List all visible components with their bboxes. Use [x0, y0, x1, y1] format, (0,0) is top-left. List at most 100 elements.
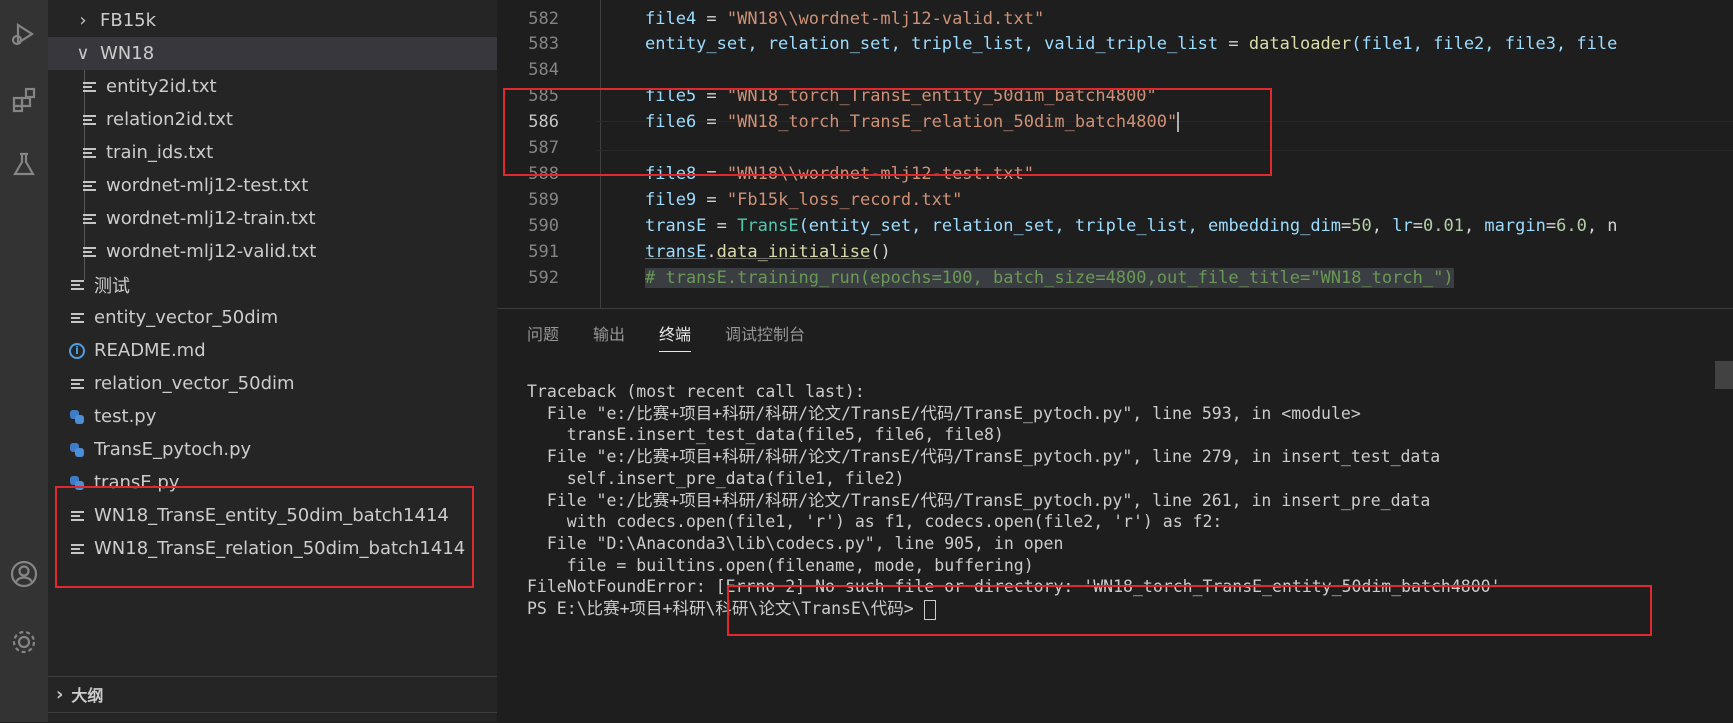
testing-icon[interactable]: [0, 140, 48, 188]
text-file-icon: [78, 212, 100, 225]
explorer-item-label: WN18_TransE_entity_50dim_batch1414: [94, 505, 449, 526]
text-file-icon: [78, 146, 100, 159]
explorer-item[interactable]: transE.py: [48, 466, 497, 499]
explorer-item-label: transE.py: [94, 472, 180, 493]
code-editor[interactable]: 582 583 584 585 586 587 588 589 590 591 592 file4 …: [497, 0, 1733, 308]
terminal-line-text: File "e:/比赛+项目+科研/科研/论文/TransE/代码/TransE…: [527, 447, 1441, 467]
terminal-line-text: FileNotFoundError: [Errno 2] No such fil…: [527, 577, 1501, 597]
text-file-icon: [78, 113, 100, 126]
terminal-line-text: file = builtins.open(filename, mode, buf…: [527, 555, 1034, 575]
explorer-item[interactable]: WN18_TransE_relation_50dim_batch1414: [48, 532, 497, 565]
terminal-output[interactable]: Traceback (most recent call last): File …: [527, 381, 1501, 620]
terminal-line: File "e:/比赛+项目+科研/科研/论文/TransE/代码/TransE…: [527, 403, 1501, 425]
terminal-line: with codecs.open(file1, 'r') as f1, code…: [527, 511, 1501, 533]
gutter-line: 584: [497, 56, 1733, 84]
bottom-panel: 问题 输出 终端 调试控制台 Traceback (most recent call …: [497, 308, 1733, 723]
line-number: 584: [528, 60, 559, 80]
explorer-sidebar: › FB15k ∨ WN18 entity2id.txt relation2id.txt t…: [48, 0, 497, 722]
explorer-item[interactable]: train_ids.txt: [48, 136, 497, 169]
explorer-item[interactable]: relation_vector_50dim: [48, 367, 497, 400]
terminal-line: File "e:/比赛+项目+科研/科研/论文/TransE/代码/TransE…: [527, 446, 1501, 468]
line-number: 587: [528, 138, 559, 158]
explorer-item-label: relation_vector_50dim: [94, 373, 295, 394]
explorer-item[interactable]: relation2id.txt: [48, 103, 497, 136]
explorer-item-label: FB15k: [100, 10, 157, 31]
terminal-cursor: [923, 599, 936, 620]
explorer-item-label: entity_vector_50dim: [94, 307, 279, 328]
explorer-item[interactable]: 测试: [48, 268, 497, 301]
terminal-line-text: File "D:\Anaconda3\lib\codecs.py", line …: [527, 533, 1064, 553]
explorer-item-label: relation2id.txt: [106, 109, 233, 130]
panel-tab[interactable]: 问题: [527, 321, 559, 352]
terminal-line: FileNotFoundError: [Errno 2] No such fil…: [527, 576, 1501, 598]
text-file-icon: [66, 311, 88, 324]
explorer-item[interactable]: i README.md: [48, 334, 497, 367]
terminal-line: PS E:\比赛+项目+科研\科研\论文\TransE\代码>: [527, 598, 1501, 620]
explorer-item[interactable]: test.py: [48, 400, 497, 433]
text-file-icon: [66, 377, 88, 390]
code-line-589[interactable]: file9 = "Fb15k_loss_record.txt": [497, 186, 1733, 214]
terminal-line: self.insert_pre_data(file1, file2): [527, 468, 1501, 490]
terminal-scrollbar[interactable]: [1715, 361, 1733, 389]
code-line-585[interactable]: file5 = "WN18_torch_TransE_entity_50dim_…: [497, 82, 1733, 110]
chevron-down-icon: ∨: [76, 43, 90, 64]
terminal-line-text: transE.insert_test_data(file5, file6, fi…: [527, 425, 1004, 445]
outline-section-header[interactable]: › 大纲: [48, 676, 497, 711]
text-file-icon: [78, 179, 100, 192]
code-line-582[interactable]: file4 = "WN18\\wordnet-mlj12-valid.txt": [497, 5, 1733, 33]
explorer-item[interactable]: ∨ WN18: [48, 37, 497, 70]
explorer-item[interactable]: entity_vector_50dim: [48, 301, 497, 334]
python-file-icon: [66, 409, 88, 425]
explorer-item-label: wordnet-mlj12-train.txt: [106, 208, 316, 229]
run-debug-icon[interactable]: [0, 10, 48, 58]
explorer-item[interactable]: › FB15k: [48, 4, 497, 37]
timeline-section-header[interactable]: [48, 712, 497, 723]
text-file-icon: [66, 509, 88, 522]
panel-tab[interactable]: 终端: [659, 321, 692, 352]
terminal-line: transE.insert_test_data(file5, file6, fi…: [527, 424, 1501, 446]
terminal-line: Traceback (most recent call last):: [527, 381, 1501, 403]
explorer-item-label: wordnet-mlj12-test.txt: [106, 175, 309, 196]
chevron-right-icon: ›: [79, 10, 87, 31]
terminal-line-text: Traceback (most recent call last):: [527, 382, 865, 401]
terminal-line: File "e:/比赛+项目+科研/科研/论文/TransE/代码/TransE…: [527, 490, 1501, 512]
code-line-592[interactable]: # transE.training_run(epochs=100, batch_…: [497, 264, 1733, 292]
activity-bar: [0, 0, 48, 722]
code-line-590[interactable]: transE = TransE(entity_set, relation_set…: [497, 212, 1733, 240]
explorer-item[interactable]: WN18_TransE_entity_50dim_batch1414: [48, 499, 497, 532]
python-file-icon: [66, 442, 88, 458]
explorer-item-label: WN18: [100, 43, 155, 64]
text-caret: [1177, 112, 1180, 132]
account-icon[interactable]: [0, 550, 48, 598]
explorer-item[interactable]: wordnet-mlj12-train.txt: [48, 202, 497, 235]
gutter-line: 587: [497, 134, 1733, 162]
text-file-icon: [78, 80, 100, 93]
code-line-586[interactable]: file6 = "WN18_torch_TransE_relation_50di…: [497, 108, 1733, 136]
explorer-item-label: entity2id.txt: [106, 76, 217, 97]
extensions-icon[interactable]: [0, 76, 48, 124]
settings-gear-icon[interactable]: [0, 618, 48, 666]
explorer-item-label: 测试: [94, 275, 130, 297]
explorer-item[interactable]: wordnet-mlj12-valid.txt: [48, 235, 497, 268]
terminal-line-text: File "e:/比赛+项目+科研/科研/论文/TransE/代码/TransE…: [527, 403, 1361, 423]
panel-tab[interactable]: 调试控制台: [725, 321, 805, 352]
explorer-item-label: test.py: [94, 406, 157, 427]
text-file-icon: [78, 245, 100, 258]
chevron-right-icon: ›: [56, 683, 64, 705]
terminal-line: file = builtins.open(filename, mode, buf…: [527, 555, 1501, 577]
info-file-icon: i: [66, 342, 88, 359]
explorer-item-label: train_ids.txt: [106, 142, 214, 163]
terminal-line-text: with codecs.open(file1, 'r') as f1, code…: [527, 512, 1223, 532]
outline-label: 大纲: [71, 686, 104, 705]
explorer-item[interactable]: TransE_pytoch.py: [48, 433, 497, 466]
explorer-item-label: wordnet-mlj12-valid.txt: [106, 241, 317, 262]
explorer-item-label: README.md: [94, 340, 206, 361]
terminal-line: File "D:\Anaconda3\lib\codecs.py", line …: [527, 533, 1501, 555]
explorer-item[interactable]: wordnet-mlj12-test.txt: [48, 169, 497, 202]
code-line-591[interactable]: transE.data_initialise(): [497, 238, 1733, 266]
explorer-item[interactable]: entity2id.txt: [48, 70, 497, 103]
code-line-588[interactable]: file8 = "WN18\\wordnet-mlj12-test.txt": [497, 160, 1733, 188]
code-line-583[interactable]: entity_set, relation_set, triple_list, v…: [497, 30, 1733, 58]
python-file-icon: [66, 475, 88, 491]
panel-tab[interactable]: 输出: [593, 321, 625, 352]
